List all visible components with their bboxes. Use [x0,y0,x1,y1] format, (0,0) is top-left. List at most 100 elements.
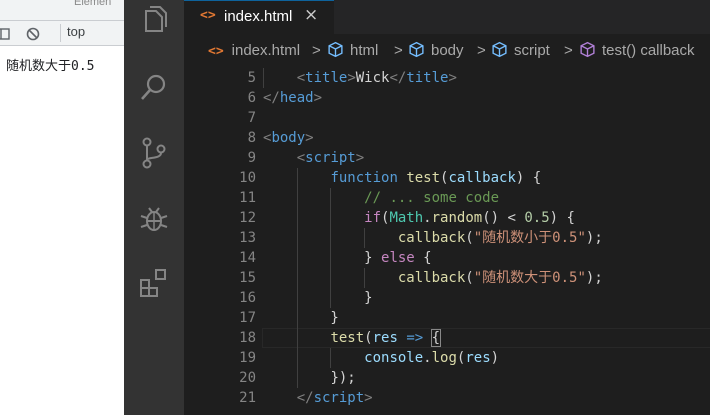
code-token: Math [389,210,424,226]
indent-guide [330,348,332,368]
breadcrumb-file[interactable]: <> index.html [208,41,300,61]
tab-label: index.html [224,8,293,25]
code-line[interactable]: 12 if(Math.random() < 0.5) { [184,208,710,228]
code-line[interactable]: 8 <body> [184,128,710,148]
code-text: <script> [263,148,364,168]
code-text: } [263,308,338,328]
code-text: </script> [263,388,373,408]
tab-bar: <> index.html × [184,0,710,35]
code-token: "随机数小于0.5" [473,230,586,246]
breadcrumb-script[interactable]: script [491,41,550,61]
code-token: > [448,70,457,86]
indent-guide [330,188,332,308]
line-number: 17 [239,310,256,326]
line-number: 9 [247,150,256,166]
code-token: ) [490,350,500,366]
code-line[interactable]: 10 function test(callback) { [184,168,710,188]
code-token: { [414,250,432,266]
html-file-icon: <> [200,8,216,23]
code-line[interactable]: 16 } [184,288,710,308]
extensions-icon[interactable] [137,266,171,300]
code-text: <title>Wick</title> [263,68,457,88]
sidebar-toggle-icon[interactable] [0,26,10,40]
source-control-icon[interactable] [137,136,171,170]
code-text: <body> [263,128,314,148]
console-log-message: 随机数大于0.5 [6,59,95,74]
code-token: ); [585,270,603,286]
code-token: . [423,210,432,226]
breadcrumb-separator: > [477,42,486,59]
debug-icon[interactable] [137,202,171,236]
code-token: test [330,330,365,346]
indent-guide [364,228,366,248]
breadcrumb-body[interactable]: body [408,41,464,61]
code-line[interactable]: 9 <script> [184,148,710,168]
code-token: if [364,210,382,226]
close-icon[interactable]: × [304,5,318,25]
code-token: else [381,250,415,266]
editor-area: <> index.html × <> index.html > html > bo… [184,0,710,415]
symbol-method-icon [580,41,595,58]
code-token: console [364,350,424,366]
code-line[interactable]: 17 } [184,308,710,328]
code-line[interactable]: 18 test(res => { [184,328,710,348]
symbol-cube-icon [328,41,343,58]
breadcrumb-callback[interactable]: test() callback [579,41,695,61]
code-token: Wick [355,70,390,86]
code-token: > [364,390,373,406]
code-token: </ [389,70,407,86]
breadcrumb-separator: > [394,42,403,59]
devtools-tab-elements[interactable]: Elemen [74,0,111,8]
breadcrumb-separator: > [564,42,573,59]
code-token: ( [465,270,474,286]
code-line[interactable]: 15 callback("随机数大于0.5"); [184,268,710,288]
code-token: res [372,330,398,346]
code-token: script [305,150,356,166]
tab-index-html[interactable]: <> index.html × [184,0,334,35]
code-line[interactable]: 14 } else { [184,248,710,268]
code-line[interactable]: 21 </script> [184,388,710,408]
code-line[interactable]: 7 [184,108,710,128]
explorer-icon[interactable] [137,4,171,38]
code-token: < [296,70,306,86]
code-token: ) { [549,210,575,226]
console-toolbar: top [0,21,124,46]
breadcrumb: <> index.html > html > body > script > te… [184,34,710,66]
code-token: => [406,330,424,346]
code-line[interactable]: 6 </head> [184,88,710,108]
code-token: callback [397,230,466,246]
code-token: } [364,250,382,266]
code-token: callback [448,170,516,186]
code-text: if(Math.random() < 0.5) { [263,208,575,228]
code-line[interactable]: 11 // ... some code [184,188,710,208]
line-number: 5 [247,70,256,86]
devtools-panel: Elemen top 随机数大于0.5 [0,0,124,415]
line-number: 6 [247,90,256,106]
code-token: title [305,70,348,86]
code-text: </head> [263,88,322,108]
code-line[interactable]: 20 }); [184,368,710,388]
indent-guide [364,268,366,288]
line-number: 8 [247,130,256,146]
code-line[interactable]: 19 console.log(res) [184,348,710,368]
code-token: ) { [515,170,542,186]
code-line[interactable]: 13 callback("随机数小于0.5"); [184,228,710,248]
line-number: 7 [247,110,256,126]
breadcrumb-html[interactable]: html [327,41,378,61]
code-token: 0.5 [524,210,550,226]
code-token: title [406,70,449,86]
code-token: "随机数大于0.5" [473,270,586,286]
context-select[interactable]: top [60,24,127,42]
code-view[interactable]: 5 <title>Wick</title> 6 </head> 7 8 <body> 9 <… [184,68,710,415]
indent-guide [296,168,298,388]
search-icon[interactable] [137,70,171,104]
code-token: test [406,170,441,186]
code-text: function test(callback) { [263,168,541,188]
clear-console-icon[interactable] [26,26,40,41]
line-number: 12 [239,210,256,226]
